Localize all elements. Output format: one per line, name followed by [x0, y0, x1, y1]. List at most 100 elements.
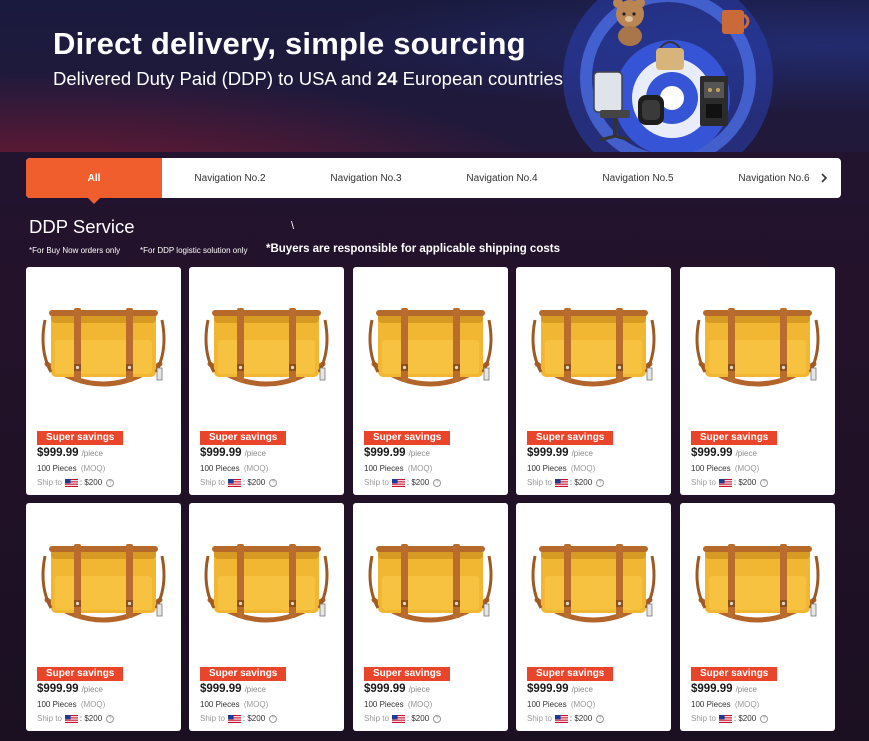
banner-subtitle-pre: Delivered Duty Paid (DDP) to USA and — [53, 68, 377, 89]
product-moq: 100 Pieces (MOQ) — [527, 464, 595, 473]
chevron-right-icon — [821, 173, 828, 183]
super-savings-badge: Super savings — [527, 667, 614, 681]
price-unit: /piece — [735, 449, 757, 458]
product-image — [531, 544, 656, 623]
moq-value: 100 Pieces — [364, 464, 404, 473]
product-card[interactable]: Super savings $999.99/piece 100 Pieces (MO… — [26, 267, 181, 495]
moq-label: (MOQ) — [407, 464, 433, 473]
price-value: $999.99 — [691, 447, 733, 459]
tab-navigation-2[interactable]: Navigation No.2 — [162, 158, 298, 198]
tab-navigation-5[interactable]: Navigation No.5 — [570, 158, 706, 198]
ship-to-cost: Ship to : $200? — [37, 714, 115, 723]
moq-value: 100 Pieces — [200, 464, 240, 473]
product-card[interactable]: Super savings $999.99/piece 100 Pieces (MO… — [353, 267, 508, 495]
shipping-cost: : $200 — [406, 714, 430, 723]
price-unit: /piece — [571, 449, 593, 458]
ship-to-cost: Ship to : $200? — [691, 714, 769, 723]
product-card[interactable]: Super savings $999.99/piece 100 Pieces (MO… — [353, 503, 508, 731]
ship-to-label: Ship to — [527, 478, 552, 487]
product-card[interactable]: Super savings $999.99/piece 100 Pieces (MO… — [516, 267, 671, 495]
question-circle-icon[interactable]: ? — [433, 478, 442, 487]
shipping-cost: : $200 — [242, 714, 266, 723]
usa-flag-icon — [391, 478, 405, 487]
page: Direct delivery, simple sourcing Deliver… — [0, 0, 869, 741]
price-unit: /piece — [408, 685, 430, 694]
product-image — [204, 308, 329, 387]
usa-flag-icon — [391, 714, 405, 723]
question-circle-icon[interactable]: ? — [760, 714, 769, 723]
price-value: $999.99 — [37, 683, 79, 695]
product-card[interactable]: Super savings $999.99/piece 100 Pieces (MO… — [26, 503, 181, 731]
product-moq: 100 Pieces (MOQ) — [691, 464, 759, 473]
moq-value: 100 Pieces — [691, 464, 731, 473]
usa-flag-icon — [718, 478, 732, 487]
ship-to-cost: Ship to : $200? — [37, 478, 115, 487]
super-savings-badge: Super savings — [37, 431, 124, 445]
price-unit: /piece — [81, 685, 103, 694]
ship-to-label: Ship to — [200, 714, 225, 723]
ship-to-label: Ship to — [527, 714, 552, 723]
shipping-cost: : $200 — [79, 478, 103, 487]
product-price: $999.99/piece — [364, 447, 430, 459]
question-circle-icon[interactable]: ? — [269, 478, 278, 487]
question-circle-icon[interactable]: ? — [596, 478, 605, 487]
moq-value: 100 Pieces — [37, 464, 77, 473]
super-savings-badge: Super savings — [364, 431, 451, 445]
moq-label: (MOQ) — [243, 464, 269, 473]
question-circle-icon[interactable]: ? — [433, 714, 442, 723]
shipping-cost: : $200 — [569, 478, 593, 487]
shipping-cost: : $200 — [79, 714, 103, 723]
price-unit: /piece — [735, 685, 757, 694]
nav-next-button[interactable] — [811, 158, 837, 198]
product-image — [531, 308, 656, 387]
question-circle-icon[interactable]: ? — [106, 478, 115, 487]
question-circle-icon[interactable]: ? — [760, 478, 769, 487]
shipping-cost: : $200 — [406, 478, 430, 487]
product-card[interactable]: Super savings $999.99/piece 100 Pieces (MO… — [189, 267, 344, 495]
section-title: DDP Service — [29, 216, 135, 237]
product-moq: 100 Pieces (MOQ) — [364, 700, 432, 709]
ship-to-label: Ship to — [37, 714, 62, 723]
tab-all[interactable]: All — [26, 158, 162, 204]
question-circle-icon[interactable]: ? — [106, 714, 115, 723]
product-card[interactable]: Super savings $999.99/piece 100 Pieces (MO… — [680, 503, 835, 731]
question-circle-icon[interactable]: ? — [596, 714, 605, 723]
product-card[interactable]: Super savings $999.99/piece 100 Pieces (MO… — [189, 503, 344, 731]
product-price: $999.99/piece — [200, 683, 266, 695]
product-image — [204, 544, 329, 623]
price-unit: /piece — [244, 449, 266, 458]
price-value: $999.99 — [364, 447, 406, 459]
super-savings-badge: Super savings — [691, 667, 778, 681]
ship-to-cost: Ship to : $200? — [364, 714, 442, 723]
ship-to-cost: Ship to : $200? — [527, 714, 605, 723]
price-unit: /piece — [81, 449, 103, 458]
banner-title: Direct delivery, simple sourcing — [53, 26, 526, 61]
product-card[interactable]: Super savings $999.99/piece 100 Pieces (MO… — [680, 267, 835, 495]
banner-subtitle-post: European countries — [397, 68, 564, 89]
hero-banner[interactable]: Direct delivery, simple sourcing Deliver… — [0, 0, 869, 152]
tab-navigation-4[interactable]: Navigation No.4 — [434, 158, 570, 198]
cursor-mark: \ — [291, 220, 295, 232]
ship-to-cost: Ship to : $200? — [200, 478, 278, 487]
ship-to-cost: Ship to : $200? — [200, 714, 278, 723]
usa-flag-icon — [64, 714, 78, 723]
product-image — [41, 544, 166, 623]
product-moq: 100 Pieces (MOQ) — [37, 700, 105, 709]
product-card[interactable]: Super savings $999.99/piece 100 Pieces (MO… — [516, 503, 671, 731]
note-buy-now-only: *For Buy Now orders only — [29, 246, 121, 255]
moq-label: (MOQ) — [570, 700, 596, 709]
price-value: $999.99 — [691, 683, 733, 695]
moq-label: (MOQ) — [734, 700, 760, 709]
product-moq: 100 Pieces (MOQ) — [37, 464, 105, 473]
super-savings-badge: Super savings — [527, 431, 614, 445]
tab-navigation-3[interactable]: Navigation No.3 — [298, 158, 434, 198]
usa-flag-icon — [64, 478, 78, 487]
price-value: $999.99 — [527, 447, 569, 459]
moq-value: 100 Pieces — [527, 700, 567, 709]
price-value: $999.99 — [200, 683, 242, 695]
category-nav: All Navigation No.2 Navigation No.3 Navigat… — [26, 158, 841, 204]
question-circle-icon[interactable]: ? — [269, 714, 278, 723]
moq-label: (MOQ) — [80, 464, 106, 473]
price-value: $999.99 — [527, 683, 569, 695]
product-image — [368, 544, 493, 623]
